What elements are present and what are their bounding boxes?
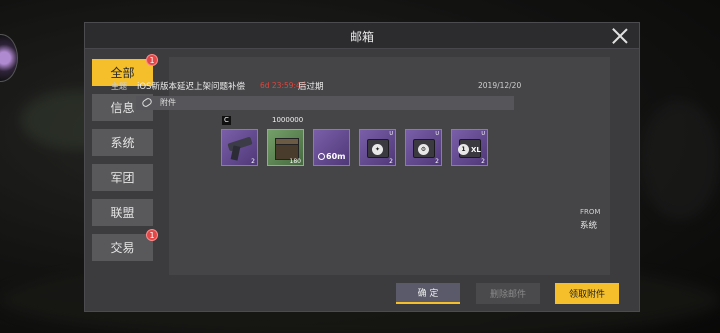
rarity-corner: U	[481, 131, 485, 137]
attachment-item[interactable]: U 1 XL 2	[451, 129, 488, 166]
tab-alliance[interactable]: 联盟	[92, 199, 153, 226]
attachment-item[interactable]: U ✦ 2	[359, 129, 396, 166]
confirm-button[interactable]: 确 定	[396, 283, 460, 304]
claim-attachments-button[interactable]: 领取附件	[555, 283, 619, 304]
60m-tag-icon: 60m	[318, 152, 348, 162]
from-label: FROM	[580, 208, 601, 216]
subject-label: 主题	[111, 82, 127, 91]
item-quantity: 2	[389, 158, 393, 165]
tab-label: 联盟	[110, 206, 135, 220]
rarity-corner: U	[389, 131, 393, 137]
mail-date: 2019/12/20	[478, 81, 522, 90]
item-quantity: 180	[289, 158, 301, 165]
attachment-item[interactable]: U ⚙ 2	[405, 129, 442, 166]
tab-label: 全部	[110, 66, 135, 80]
tab-label: 军团	[110, 171, 135, 185]
item-label: C	[222, 116, 231, 125]
attachments-label: 附件	[160, 98, 176, 107]
expire-suffix: 后过期	[298, 82, 324, 92]
attachments-header: 附件	[136, 96, 514, 110]
item-quantity: 2	[481, 158, 485, 165]
tab-label: 系统	[110, 136, 135, 150]
rarity-corner: U	[435, 131, 439, 137]
mail-panel: 邮箱 全部 1 信息 系统 军团 联盟 交易 1	[84, 22, 640, 312]
attachment-item[interactable]: 60m	[313, 129, 350, 166]
tab-label: 信息	[110, 101, 135, 115]
sender-name: 系统	[580, 221, 598, 231]
window-title: 邮箱	[349, 30, 374, 44]
unread-badge: 1	[146, 54, 158, 66]
unread-badge: 1	[146, 229, 158, 241]
item-quantity: 2	[251, 158, 255, 165]
attachment-item[interactable]: 2	[221, 129, 258, 166]
tab-legion[interactable]: 军团	[92, 164, 153, 191]
item-quantity: 2	[435, 158, 439, 165]
tab-label: 交易	[110, 241, 135, 255]
tab-system[interactable]: 系统	[92, 129, 153, 156]
tab-trade[interactable]: 交易 1	[92, 229, 158, 261]
paperclip-icon	[140, 96, 154, 109]
title-bar: 邮箱	[85, 23, 639, 49]
delete-mail-button[interactable]: 删除邮件	[476, 283, 540, 304]
close-icon[interactable]	[611, 27, 629, 45]
item-label: 1000000	[272, 116, 304, 124]
mail-subject: iOS新版本延迟上架问题补偿	[137, 82, 245, 92]
attachment-item[interactable]: 180	[267, 129, 304, 166]
